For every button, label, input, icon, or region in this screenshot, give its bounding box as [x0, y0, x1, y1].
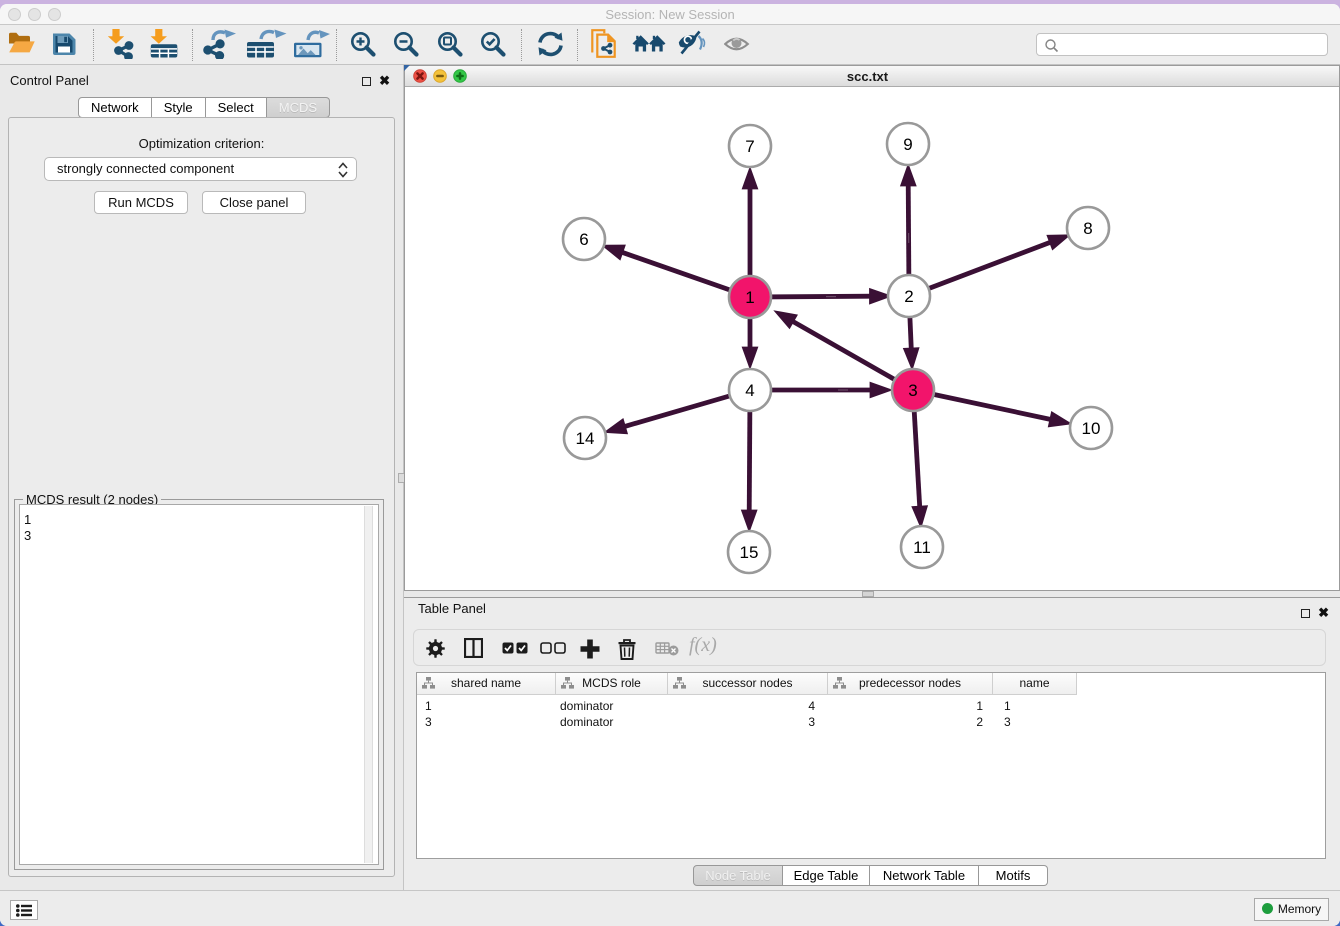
svg-text:4: 4: [745, 381, 754, 400]
svg-text:1: 1: [745, 288, 754, 307]
svg-text:14: 14: [576, 429, 595, 448]
svg-text:6: 6: [579, 230, 588, 249]
svg-text:3: 3: [908, 381, 917, 400]
svg-text:10: 10: [1082, 419, 1101, 438]
svg-text:2: 2: [904, 287, 913, 306]
svg-text:11: 11: [913, 538, 931, 557]
svg-text:8: 8: [1083, 219, 1092, 238]
svg-text:15: 15: [740, 543, 759, 562]
svg-text:7: 7: [745, 137, 754, 156]
svg-text:9: 9: [903, 135, 912, 154]
